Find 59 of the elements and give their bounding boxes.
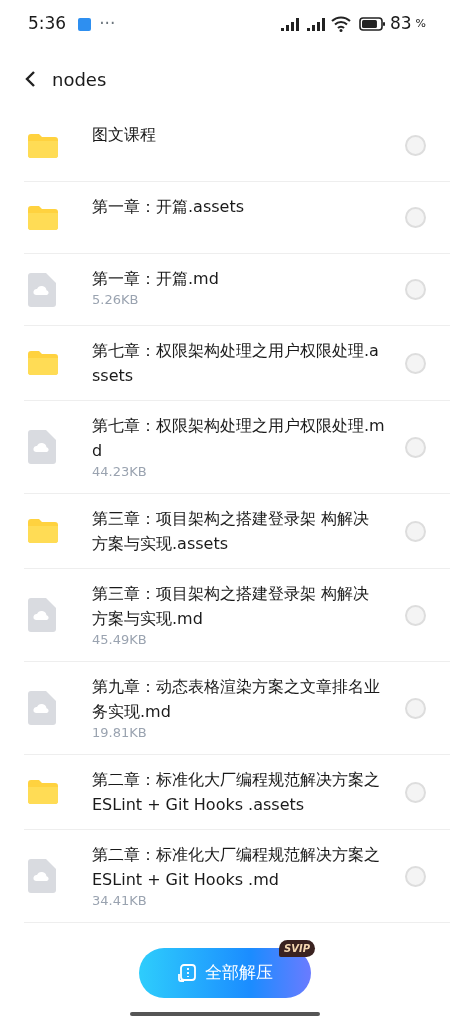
- select-radio[interactable]: [405, 781, 426, 803]
- select-radio[interactable]: [405, 135, 426, 156]
- select-radio[interactable]: [405, 604, 426, 626]
- select-radio[interactable]: [405, 436, 426, 458]
- file-name: 第二章：标准化大厂编程规范解决方案之ESLint + Git Hooks .md: [92, 844, 381, 891]
- file-list-item[interactable]: 图文课程: [24, 110, 450, 182]
- upload-notification-icon: [78, 17, 92, 31]
- page-title: nodes: [52, 67, 107, 92]
- select-radio[interactable]: [405, 697, 426, 719]
- cloud-file-icon: [28, 272, 58, 307]
- file-size: 34.41KB: [92, 892, 148, 910]
- file-size: 45.49KB: [92, 631, 148, 649]
- file-size: 19.81KB: [92, 724, 148, 742]
- select-radio[interactable]: [405, 207, 426, 228]
- select-radio[interactable]: [405, 865, 426, 887]
- folder-icon: [28, 351, 58, 375]
- file-list-item[interactable]: 第七章：权限架构处理之用户权限处理.assets: [24, 326, 450, 401]
- file-list-item[interactable]: 第三章：项目架构之搭建登录架 构解决方案与实现.assets: [24, 494, 450, 569]
- select-radio[interactable]: [405, 279, 426, 300]
- file-list-item[interactable]: 第一章：开篇.assets: [24, 182, 450, 254]
- home-indicator[interactable]: [130, 1012, 320, 1016]
- svip-badge: SVIP: [279, 940, 315, 957]
- file-name: 第九章：动态表格渲染方案之文章排名业务实现.md: [92, 676, 381, 723]
- file-list-item[interactable]: 第三章：项目架构之搭建登录架 构解决方案与实现.md 45.49KB: [24, 569, 450, 662]
- cloud-file-icon: [28, 430, 58, 464]
- file-size: 5.26KB: [92, 291, 140, 309]
- cloud-file-icon: [28, 859, 58, 893]
- cloud-file-icon: [28, 691, 58, 725]
- signal-icon: [304, 16, 327, 32]
- file-name: 图文课程: [92, 124, 157, 146]
- file-list-item[interactable]: 第七章：权限架构处理之用户权限处理.md 44.23KB: [24, 401, 450, 494]
- file-name: 第一章：开篇.assets: [92, 196, 245, 218]
- more-notifications-text: ···: [99, 12, 116, 36]
- battery-unit-text: %: [415, 15, 426, 32]
- file-name: 第一章：开篇.md: [92, 268, 220, 290]
- signal-icon: [278, 16, 301, 32]
- select-radio[interactable]: [405, 352, 426, 374]
- folder-icon: [28, 519, 58, 543]
- file-list-item[interactable]: 第一章：开篇.md 5.26KB: [24, 254, 450, 326]
- folder-icon: [28, 133, 58, 158]
- file-list-item[interactable]: 第二章：标准化大厂编程规范解决方案之ESLint + Git Hooks .assets: [24, 755, 450, 830]
- folder-icon: [28, 780, 58, 804]
- battery-icon: [358, 17, 386, 31]
- clock-text: 5:36: [28, 12, 67, 36]
- cloud-file-icon: [28, 598, 58, 632]
- file-name: 第二章：标准化大厂编程规范解决方案之ESLint + Git Hooks .assets: [92, 769, 381, 816]
- folder-icon: [28, 205, 58, 230]
- file-name: 第三章：项目架构之搭建登录架 构解决方案与实现.assets: [92, 508, 371, 555]
- file-name: 第七章：权限架构处理之用户权限处理.md: [92, 415, 385, 462]
- file-name: 第七章：权限架构处理之用户权限处理.assets: [92, 340, 380, 387]
- back-icon[interactable]: [24, 70, 36, 88]
- file-size: 44.23KB: [92, 463, 148, 481]
- select-radio[interactable]: [405, 520, 426, 542]
- file-list-item[interactable]: 第二章：标准化大厂编程规范解决方案之ESLint + Git Hooks .md 34.41KB: [24, 830, 450, 923]
- wifi-icon: [330, 16, 351, 32]
- archive-icon: [177, 963, 197, 983]
- file-list-item[interactable]: 第九章：动态表格渲染方案之文章排名业务实现.md 19.81KB: [24, 662, 450, 755]
- battery-text: 83: [389, 12, 412, 36]
- file-name: 第三章：项目架构之搭建登录架 构解决方案与实现.md: [92, 583, 371, 630]
